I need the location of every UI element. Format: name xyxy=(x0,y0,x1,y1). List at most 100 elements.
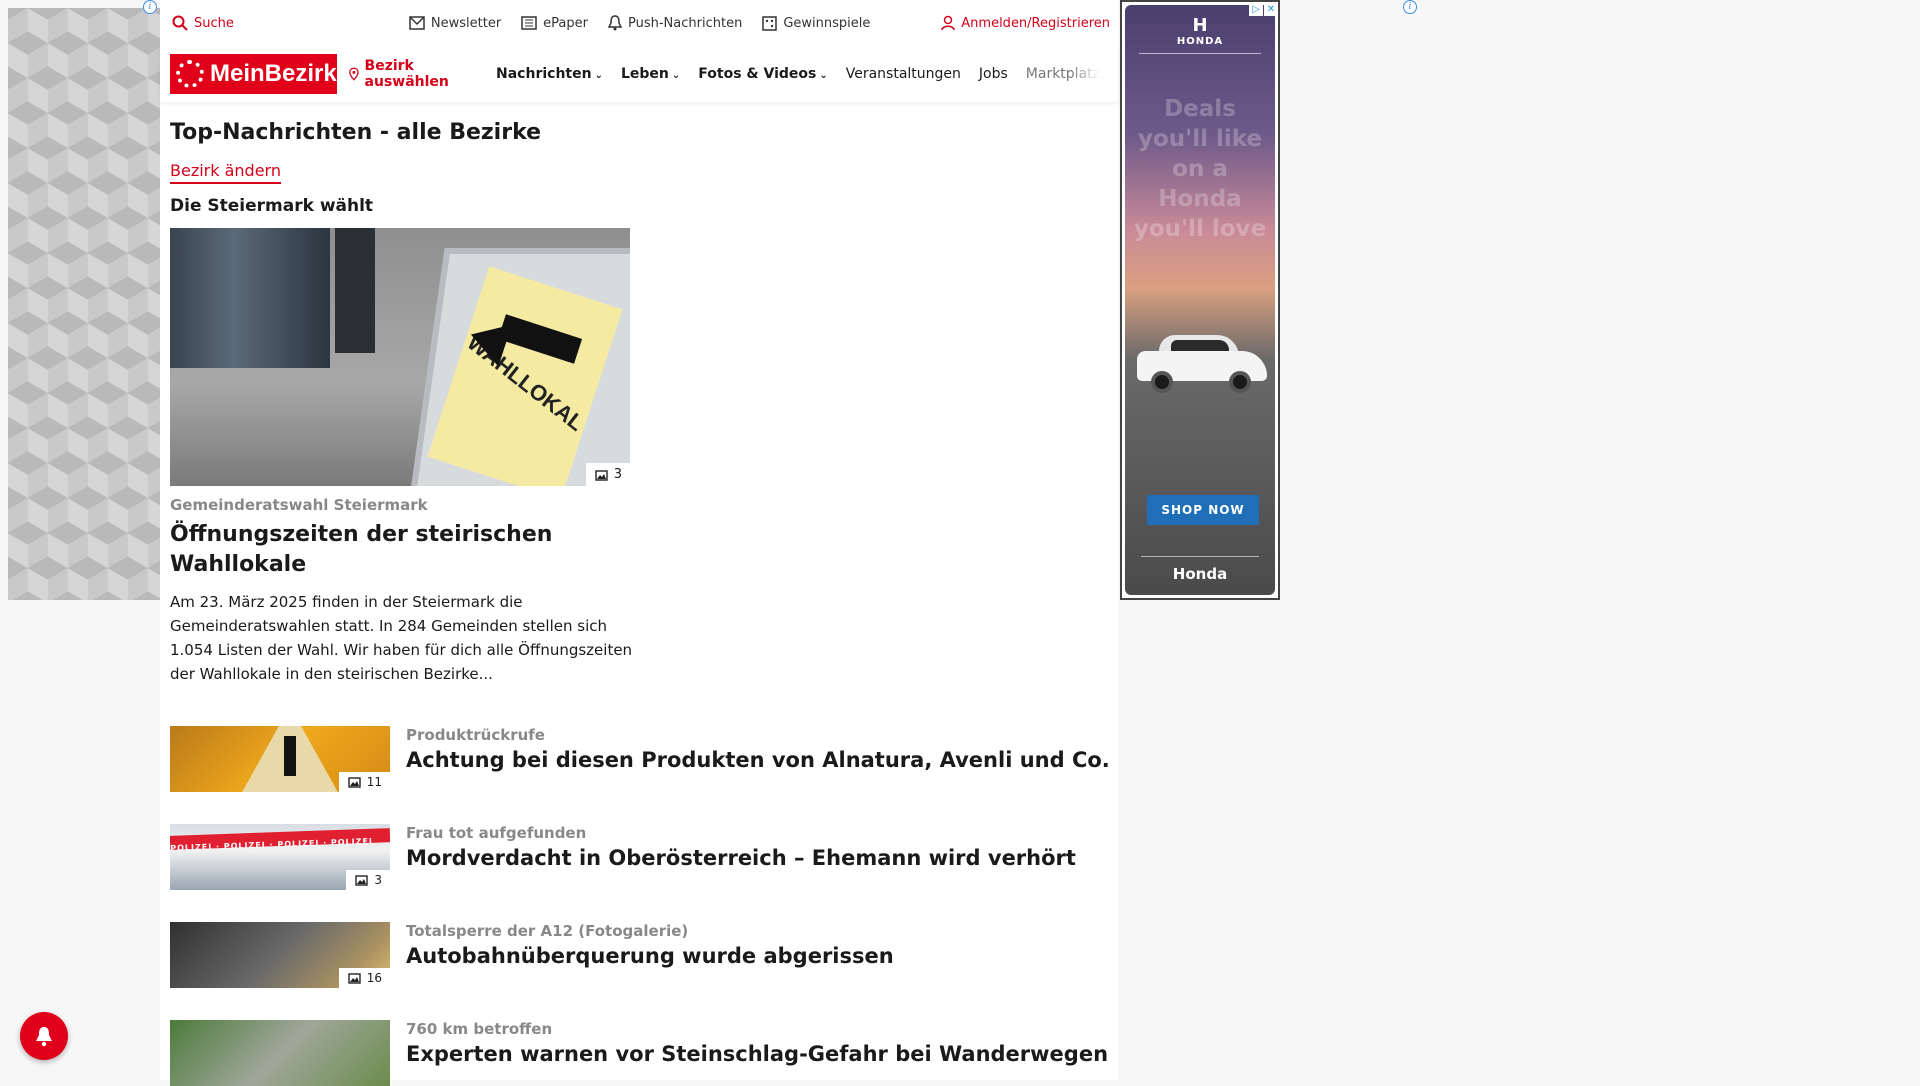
photo-count-badge: 16 xyxy=(338,968,390,988)
ad-headline: Deals you'll like on a Honda you'll love xyxy=(1133,96,1267,242)
article-title[interactable]: Autobahnüberquerung wurde abgerissen xyxy=(406,944,894,968)
gallery-icon xyxy=(348,973,361,984)
article-kicker: Produktrückrufe xyxy=(406,726,545,744)
ad-creative: H HONDA Deals you'll like on a Honda you… xyxy=(1125,5,1275,595)
list-item[interactable]: 11 Produktrückrufe Achtung bei diesen Pr… xyxy=(170,726,1118,792)
location-pin-icon xyxy=(348,67,359,81)
shop-now-button[interactable]: SHOP NOW xyxy=(1147,495,1259,525)
nav-fotos-videos-label: Fotos & Videos xyxy=(698,66,817,82)
hero-kicker: Gemeinderatswahl Steiermark xyxy=(170,496,428,514)
main-navigation: MeinBezirk Bezirk auswählen Nachrichten ⌄… xyxy=(160,46,1118,102)
article-title[interactable]: Experten warnen vor Steinschlag-Gefahr b… xyxy=(406,1042,1108,1066)
article-thumbnail[interactable] xyxy=(170,1020,390,1086)
photo-count: 3 xyxy=(374,873,382,887)
ad-divider xyxy=(1139,53,1261,54)
car-image xyxy=(1137,335,1267,393)
list-item[interactable]: 16 Totalsperre der A12 (Fotogalerie) Aut… xyxy=(170,922,1118,988)
notification-bell-button[interactable] xyxy=(20,1012,68,1060)
article-kicker: 760 km betroffen xyxy=(406,1020,553,1038)
article-thumbnail[interactable]: POLIZEI · POLIZEI · POLIZEI · POLIZEI 3 xyxy=(170,824,390,890)
bell-icon xyxy=(36,1027,52,1047)
newsletter-label: Newsletter xyxy=(430,15,502,31)
epaper-link[interactable]: ePaper xyxy=(521,16,588,31)
bezirk-aendern-link[interactable]: Bezirk ändern xyxy=(170,161,281,184)
article-text: Produktrückrufe Achtung bei diesen Produ… xyxy=(406,726,1110,792)
content-area: Top-Nachrichten - alle Bezirke Bezirk än… xyxy=(160,120,1118,1086)
nav-nachrichten[interactable]: Nachrichten ⌄ xyxy=(496,66,603,82)
article-title[interactable]: Achtung bei diesen Produkten von Alnatur… xyxy=(406,748,1110,772)
section-title: Die Steiermark wählt xyxy=(170,196,374,216)
ad-brand-word: HONDA xyxy=(1176,36,1224,47)
hero-image[interactable]: WAHLLOKAL 3 xyxy=(170,228,630,486)
article-text: 760 km betroffen Experten warnen vor Ste… xyxy=(406,1020,1108,1086)
top-utility-bar: Suche Newsletter ePaper Push-Nachrichten… xyxy=(160,0,1118,46)
gift-icon xyxy=(762,15,778,31)
mail-icon xyxy=(409,16,425,30)
photo-count-badge: 11 xyxy=(338,772,390,792)
article-kicker: Frau tot aufgefunden xyxy=(406,824,587,842)
article-title[interactable]: Mordverdacht in Oberösterreich – Ehemann… xyxy=(406,846,1076,870)
bezirk-label: Bezirk auswählen xyxy=(364,58,449,90)
nav-jobs-label: Jobs xyxy=(978,66,1008,82)
photo-count: 11 xyxy=(366,775,382,789)
login-label: Anmelden/Registrieren xyxy=(961,15,1110,31)
photo-count-badge: 3 xyxy=(346,870,390,890)
photo-count-badge: 3 xyxy=(585,463,630,486)
chevron-down-icon: ⌄ xyxy=(594,70,603,81)
photo-count: 3 xyxy=(613,467,622,482)
article-thumbnail[interactable]: 16 xyxy=(170,922,390,988)
honda-logo-icon: H xyxy=(1192,15,1208,36)
nav-leben[interactable]: Leben ⌄ xyxy=(621,66,680,82)
article-list: 11 Produktrückrufe Achtung bei diesen Pr… xyxy=(170,726,1118,1086)
gewinnspiele-label: Gewinnspiele xyxy=(783,15,871,31)
hero-title[interactable]: Öffnungszeiten der steirischen Wahllokal… xyxy=(170,520,640,580)
user-icon xyxy=(941,15,956,31)
hero-image-door-dark xyxy=(335,228,375,353)
left-skyscraper-ad[interactable] xyxy=(8,8,160,600)
search-label: Suche xyxy=(194,15,234,31)
list-item[interactable]: POLIZEI · POLIZEI · POLIZEI · POLIZEI 3 … xyxy=(170,824,1118,890)
logo-text: MeinBezirk xyxy=(210,60,337,87)
article-thumbnail[interactable]: 11 xyxy=(170,726,390,792)
newsletter-link[interactable]: Newsletter xyxy=(409,16,501,31)
chevron-down-icon: ⌄ xyxy=(671,70,681,81)
nav-nachrichten-label: Nachrichten xyxy=(496,66,592,82)
close-icon[interactable]: ✕ xyxy=(1264,2,1278,16)
right-skyscraper-ad[interactable]: H HONDA Deals you'll like on a Honda you… xyxy=(1120,0,1280,600)
gewinnspiele-link[interactable]: Gewinnspiele xyxy=(762,16,870,31)
nav-marktplatz-label: Marktplatz xyxy=(1025,66,1100,82)
push-link[interactable]: Push-Nachrichten xyxy=(608,15,742,31)
adchoices-icon[interactable]: ▷ xyxy=(1249,2,1263,16)
ad-controls: ▷ ✕ xyxy=(1249,2,1278,16)
newspaper-icon xyxy=(521,16,537,30)
search-link[interactable]: Suche xyxy=(172,15,234,31)
nav-veranstaltungen-label: Veranstaltungen xyxy=(845,66,961,82)
ad-divider xyxy=(1141,556,1259,557)
article-kicker: Totalsperre der A12 (Fotogalerie) xyxy=(406,922,689,940)
hero-teaser: Am 23. März 2025 finden in der Steiermar… xyxy=(170,593,633,683)
article-text: Frau tot aufgefunden Mordverdacht in Obe… xyxy=(406,824,1076,890)
gallery-icon xyxy=(595,469,608,481)
search-icon xyxy=(172,15,188,31)
nav-fotos-videos[interactable]: Fotos & Videos ⌄ xyxy=(698,66,827,82)
warning-sign-bar xyxy=(284,736,296,776)
page-title: Top-Nachrichten - alle Bezirke xyxy=(170,120,542,145)
ad-info-icon[interactable]: i xyxy=(143,0,157,14)
gallery-icon xyxy=(348,777,361,788)
bell-icon xyxy=(608,15,622,31)
nav-jobs[interactable]: Jobs xyxy=(979,66,1008,82)
bezirk-select-button[interactable]: Bezirk auswählen xyxy=(348,58,478,90)
nav-marktplatz[interactable]: Marktplatz xyxy=(1026,66,1100,82)
main-column: Suche Newsletter ePaper Push-Nachrichten… xyxy=(160,0,1118,1086)
chevron-down-icon: ⌄ xyxy=(819,70,828,81)
list-item[interactable]: 760 km betroffen Experten warnen vor Ste… xyxy=(170,1020,1118,1086)
nav-leben-label: Leben xyxy=(620,66,669,82)
ad-info-icon[interactable]: i xyxy=(1403,0,1417,14)
gallery-icon xyxy=(355,875,369,886)
logo-sun-icon xyxy=(176,60,204,88)
site-logo[interactable]: MeinBezirk xyxy=(170,54,337,94)
login-link[interactable]: Anmelden/Registrieren xyxy=(941,15,1110,31)
push-label: Push-Nachrichten xyxy=(628,15,743,31)
nav-veranstaltungen[interactable]: Veranstaltungen xyxy=(846,66,961,82)
epaper-label: ePaper xyxy=(543,15,588,31)
